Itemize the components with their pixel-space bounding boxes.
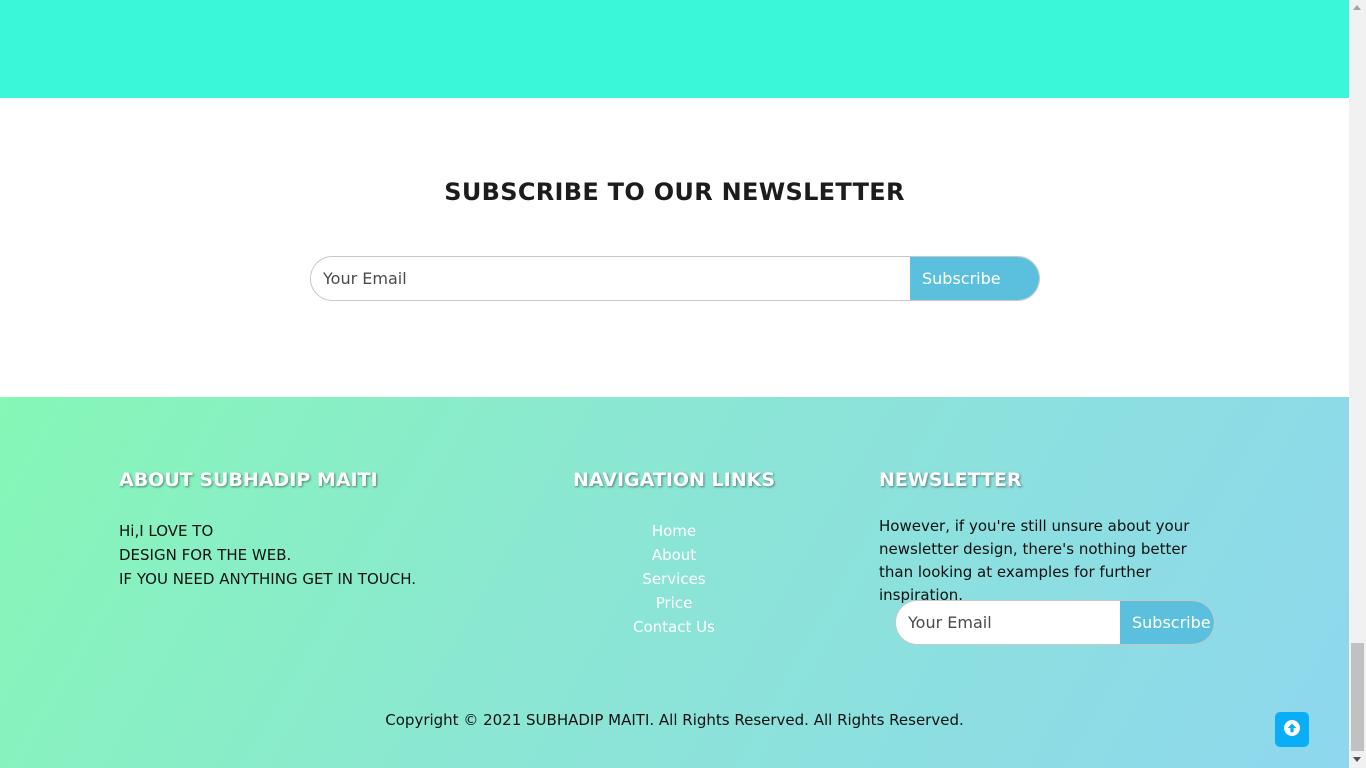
footer-nav-item: Home [520, 519, 828, 543]
footer-subscribe-button[interactable]: Subscribe [1120, 601, 1214, 644]
footer-nav-list: Home About Services Price Contact Us [520, 519, 828, 639]
navigation-heading: NAVIGATION LINKS [572, 469, 776, 491]
footer-newsletter-form: Subscribe [895, 600, 1215, 645]
newsletter-email-input[interactable] [311, 257, 910, 300]
about-text: Hi,I LOVE TO DESIGN FOR THE WEB. IF YOU … [119, 519, 416, 591]
footer-link-price[interactable]: Price [656, 594, 693, 612]
scroll-down-arrow-icon[interactable] [1353, 757, 1361, 762]
scrollbar-thumb[interactable] [1351, 643, 1364, 751]
newsletter-subscribe-button[interactable]: Subscribe [910, 257, 1039, 300]
top-banner-band [0, 0, 1349, 98]
back-to-top-button[interactable] [1275, 712, 1309, 747]
footer-nav-item: Price [520, 591, 828, 615]
scroll-up-arrow-icon[interactable] [1353, 5, 1361, 10]
about-line: DESIGN FOR THE WEB. [119, 546, 292, 564]
footer-nav-item: About [520, 543, 828, 567]
page: SUBSCRIBE TO OUR NEWSLETTER Subscribe AB… [0, 0, 1349, 768]
newsletter-section: SUBSCRIBE TO OUR NEWSLETTER Subscribe [0, 98, 1349, 397]
footer-link-contact-us[interactable]: Contact Us [633, 618, 715, 636]
about-heading: ABOUT SUBHADIP MAITI [119, 469, 378, 491]
arrow-up-icon [1284, 720, 1300, 739]
footer-link-services[interactable]: Services [642, 570, 705, 588]
newsletter-form: Subscribe [310, 256, 1040, 301]
footer-link-about[interactable]: About [652, 546, 696, 564]
footer-nav-item: Contact Us [520, 615, 828, 639]
footer: ABOUT SUBHADIP MAITI Hi,I LOVE TO DESIGN… [0, 397, 1349, 768]
footer-newsletter-heading: NEWSLETTER [879, 469, 1022, 491]
vertical-scrollbar[interactable] [1349, 0, 1366, 768]
footer-email-input[interactable] [896, 601, 1120, 644]
footer-link-home[interactable]: Home [652, 522, 696, 540]
footer-newsletter-text: However, if you're still unsure about yo… [879, 517, 1190, 604]
footer-nav-item: Services [520, 567, 828, 591]
newsletter-title: SUBSCRIBE TO OUR NEWSLETTER [444, 178, 905, 206]
about-line: IF YOU NEED ANYTHING GET IN TOUCH. [119, 570, 416, 588]
copyright-text: Copyright © 2021 SUBHADIP MAITI. All Rig… [385, 711, 964, 729]
about-line: Hi,I LOVE TO [119, 522, 214, 540]
